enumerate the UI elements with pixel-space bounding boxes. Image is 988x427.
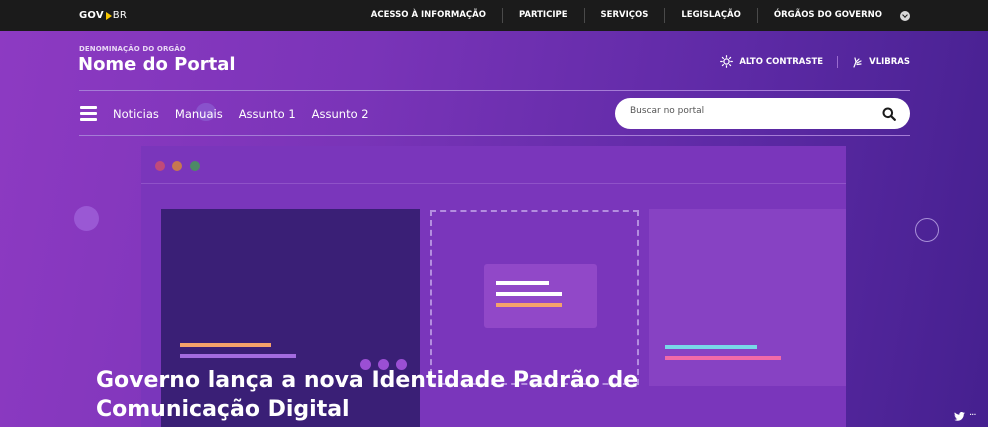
share-bar: ···	[954, 411, 976, 421]
more-options-icon[interactable]: ···	[969, 411, 976, 421]
illustration-line	[180, 343, 271, 347]
gov-link-participe[interactable]: PARTICIPE	[501, 8, 584, 23]
search-icon	[882, 107, 896, 121]
hero-banner: DENOMINAÇÃO DO ORGÃO Nome do Portal ALTO…	[0, 31, 988, 427]
decorative-ring	[915, 218, 939, 242]
illustration-line	[665, 345, 757, 349]
illustration-line	[496, 281, 549, 285]
illustration-line	[665, 356, 781, 360]
illustration-line	[180, 354, 296, 358]
window-dot-green	[190, 161, 200, 171]
illustration-line	[496, 292, 562, 296]
vlibras-label: VLIBRAS	[869, 56, 910, 67]
window-dot-red	[155, 161, 165, 171]
decorative-circle	[74, 206, 99, 231]
portal-title[interactable]: Nome do Portal	[78, 54, 236, 75]
illustration-line	[496, 303, 562, 307]
nav-item-assunto-2[interactable]: Assunto 2	[312, 107, 369, 121]
browser-divider	[141, 183, 846, 184]
nav-item-manuais[interactable]: Manuais	[175, 107, 223, 121]
search-button[interactable]	[882, 106, 896, 125]
org-name: DENOMINAÇÃO DO ORGÃO	[79, 45, 186, 53]
search-input[interactable]	[630, 106, 870, 116]
main-nav: Noticias Manuais Assunto 1 Assunto 2	[113, 107, 385, 121]
chevron-down-icon[interactable]	[900, 10, 910, 21]
logo-gov-text: GOV	[79, 10, 104, 21]
illustration-card	[484, 264, 597, 328]
gov-br-logo[interactable]: GOV BR	[79, 10, 127, 21]
gov-link-acesso-informacao[interactable]: ACESSO À INFORMAÇÃO	[355, 8, 502, 23]
high-contrast-button[interactable]: ALTO CONTRASTE	[720, 55, 823, 68]
twitter-icon[interactable]	[954, 411, 965, 421]
hamburger-icon[interactable]	[80, 106, 97, 121]
nav-divider	[79, 135, 910, 136]
nav-item-noticias[interactable]: Noticias	[113, 107, 159, 121]
header-divider	[79, 90, 910, 91]
arrow-icon	[105, 11, 112, 20]
hero-headline[interactable]: Governo lança a nova Identidade Padrão d…	[96, 366, 716, 424]
nav-item-assunto-1[interactable]: Assunto 1	[239, 107, 296, 121]
logo-br-text: BR	[112, 10, 127, 21]
gov-link-servicos[interactable]: SERVIÇOS	[583, 8, 665, 23]
gov-top-bar: GOV BR ACESSO À INFORMAÇÃO PARTICIPE SER…	[0, 0, 988, 31]
vlibras-button[interactable]: VLIBRAS	[837, 55, 910, 68]
gov-link-orgaos-governo[interactable]: ÓRGÃOS DO GOVERNO	[756, 8, 898, 23]
gov-link-legislacao[interactable]: LEGISLAÇÃO	[664, 8, 757, 23]
illustration-right-panel	[649, 209, 846, 386]
window-dot-orange	[172, 161, 182, 171]
hand-icon	[853, 56, 862, 68]
high-contrast-label: ALTO CONTRASTE	[739, 56, 824, 67]
search-box	[615, 98, 910, 129]
gov-links: ACESSO À INFORMAÇÃO PARTICIPE SERVIÇOS L…	[355, 0, 910, 31]
accessibility-tools: ALTO CONTRASTE VLIBRAS	[720, 55, 910, 68]
sun-icon	[720, 55, 734, 68]
